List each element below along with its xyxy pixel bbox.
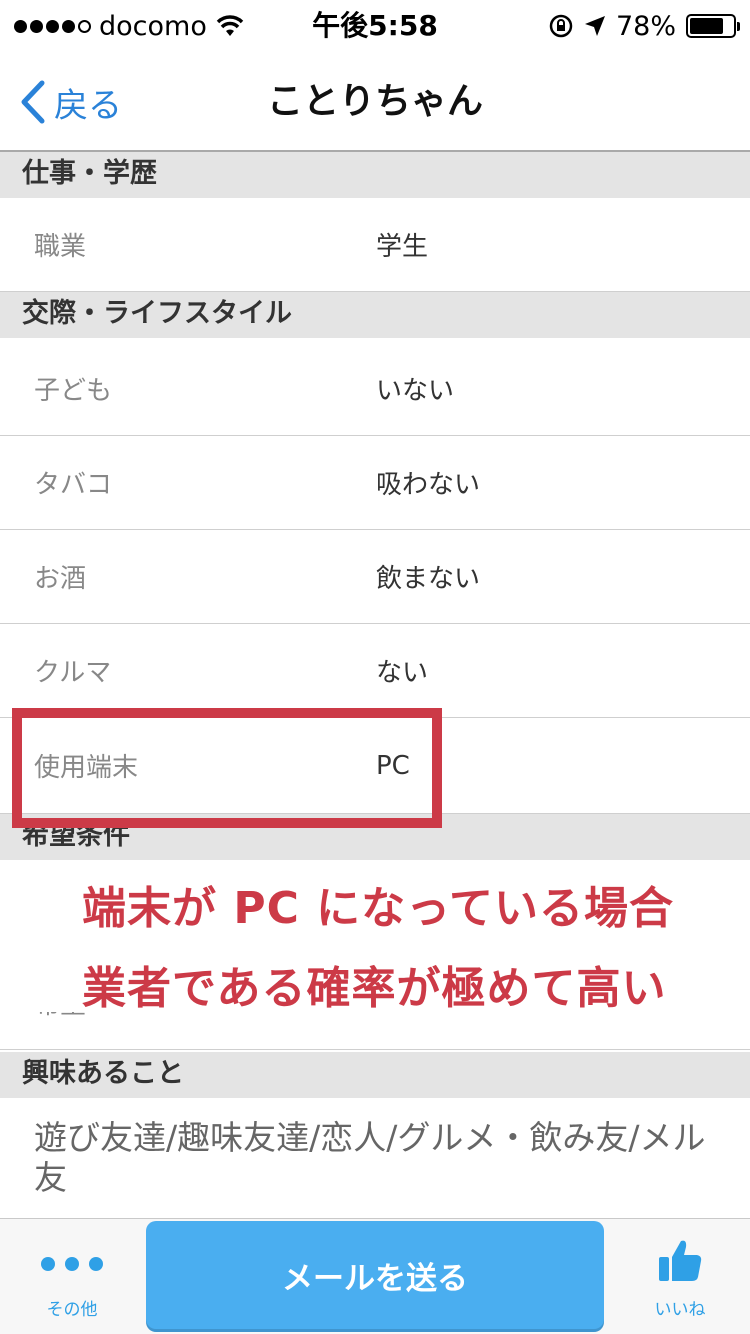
- rotation-lock-icon: [549, 14, 573, 38]
- profile-row-occupation: 職業 学生: [0, 198, 750, 292]
- row-value: いない: [376, 376, 455, 406]
- profile-row-children: 子ども いない: [0, 342, 750, 436]
- row-label: 職業: [34, 232, 87, 262]
- interests-text: 遊び友達/趣味友達/恋人/グルメ・飲み友/メル友: [34, 1118, 706, 1197]
- other-tab-label: その他: [46, 1300, 98, 1320]
- section-header-lifestyle: 交際・ライフスタイル: [0, 292, 750, 338]
- callout-line-2: 業者である確率が極めて高い: [82, 963, 667, 1014]
- row-label: 子ども: [34, 376, 113, 406]
- callout-line-1: 端末が PC になっている場合: [82, 883, 674, 934]
- profile-row-tobacco: タバコ 吸わない: [0, 436, 750, 530]
- row-value: ない: [376, 658, 429, 688]
- battery-percent: 78%: [615, 10, 676, 42]
- status-right: 78%: [548, 8, 740, 44]
- thumbs-up-icon: [659, 1240, 702, 1281]
- profile-row-car: クルマ ない: [0, 624, 750, 718]
- section-header-work: 仕事・学歴: [0, 152, 750, 198]
- row-label: クルマ: [34, 658, 112, 688]
- like-tab-label: いいね: [654, 1300, 706, 1320]
- row-value: 学生: [376, 232, 429, 262]
- navigation-bar: 戻る ことりちゃん: [0, 52, 750, 152]
- status-bar: docomo 午後5:58 78%: [0, 0, 750, 52]
- page-title: ことりちゃん: [266, 81, 483, 122]
- profile-row-alcohol: お酒 飲まない: [0, 530, 750, 624]
- row-value: 吸わない: [376, 470, 481, 500]
- row-label: お酒: [34, 564, 87, 594]
- more-dots-icon: [22, 1257, 122, 1271]
- bottom-tab-bar: その他 メールを送る いいね: [0, 1218, 750, 1334]
- battery-icon: [686, 14, 740, 38]
- send-mail-button[interactable]: メールを送る: [146, 1221, 604, 1329]
- like-tab[interactable]: いいね: [630, 1237, 730, 1323]
- battery-level: [690, 18, 723, 34]
- row-label: タバコ: [34, 470, 113, 500]
- other-tab[interactable]: その他: [22, 1239, 122, 1320]
- highlight-box: [12, 708, 442, 828]
- section-header-interests: 興味あること: [0, 1052, 750, 1098]
- row-value: 飲まない: [376, 564, 481, 594]
- location-arrow-icon: [584, 16, 605, 36]
